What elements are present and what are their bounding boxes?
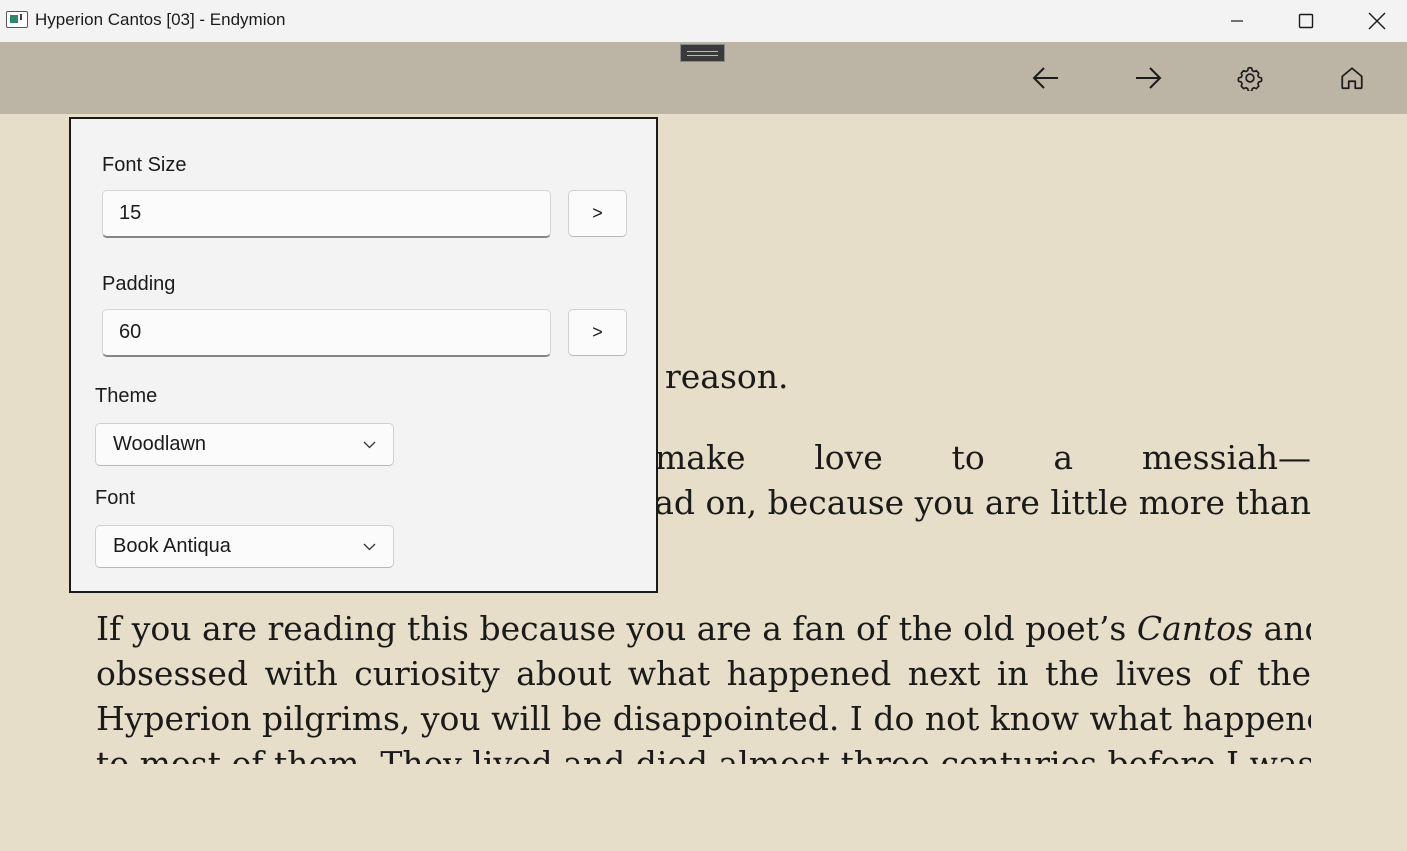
font-size-input[interactable] <box>102 190 551 238</box>
close-icon <box>1368 12 1386 30</box>
text-fragment: If you are reading this because you are … <box>96 609 1137 648</box>
paragraph-line: to most of them. They lived and died alm… <box>96 744 1311 764</box>
padding-apply-button[interactable]: > <box>568 309 627 356</box>
theme-selected-value: Woodlawn <box>113 433 207 455</box>
font-dropdown[interactable]: Book Antiqua <box>95 525 394 568</box>
arrow-left-icon <box>1032 67 1058 89</box>
settings-panel: Font Size > Padding > Theme Woodlawn Fon… <box>69 117 658 593</box>
text-line: reason. <box>665 357 789 396</box>
drag-handle[interactable] <box>680 44 725 62</box>
font-label: Font <box>95 487 136 509</box>
back-button[interactable] <box>1024 56 1068 100</box>
italic-title: Cantos <box>1136 609 1254 648</box>
maximize-button[interactable] <box>1271 0 1341 42</box>
home-icon <box>1341 67 1363 90</box>
padding-input[interactable] <box>102 309 551 357</box>
theme-label: Theme <box>95 385 158 407</box>
minimize-icon <box>1231 20 1243 22</box>
minimize-button[interactable] <box>1202 0 1272 42</box>
home-button[interactable] <box>1330 56 1374 100</box>
forward-button[interactable] <box>1126 56 1170 100</box>
app-icon <box>6 11 28 28</box>
padding-label: Padding <box>102 273 176 295</box>
theme-dropdown[interactable]: Woodlawn <box>95 423 394 466</box>
paragraph-line: If you are reading this because you are … <box>96 606 1311 651</box>
font-selected-value: Book Antiqua <box>113 535 231 557</box>
paragraph-line: obsessed with curiosity about what happe… <box>96 654 1311 693</box>
gear-icon <box>1237 66 1263 91</box>
text-fragment: and are <box>1263 609 1311 648</box>
window-title: Hyperion Cantos [03] - Endymion <box>35 10 286 29</box>
settings-button[interactable] <box>1228 56 1272 100</box>
chevron-down-icon <box>362 540 376 554</box>
chevron-down-icon <box>362 438 376 452</box>
font-size-label: Font Size <box>102 154 187 176</box>
title-bar: Hyperion Cantos [03] - Endymion <box>0 0 1407 42</box>
arrow-right-icon <box>1136 67 1162 89</box>
close-button[interactable] <box>1342 0 1407 42</box>
toolbar <box>0 42 1407 114</box>
maximize-icon <box>1298 13 1314 29</box>
font-size-apply-button[interactable]: > <box>568 190 627 237</box>
paragraph-line: Hyperion pilgrims, you will be disappoin… <box>96 699 1311 738</box>
